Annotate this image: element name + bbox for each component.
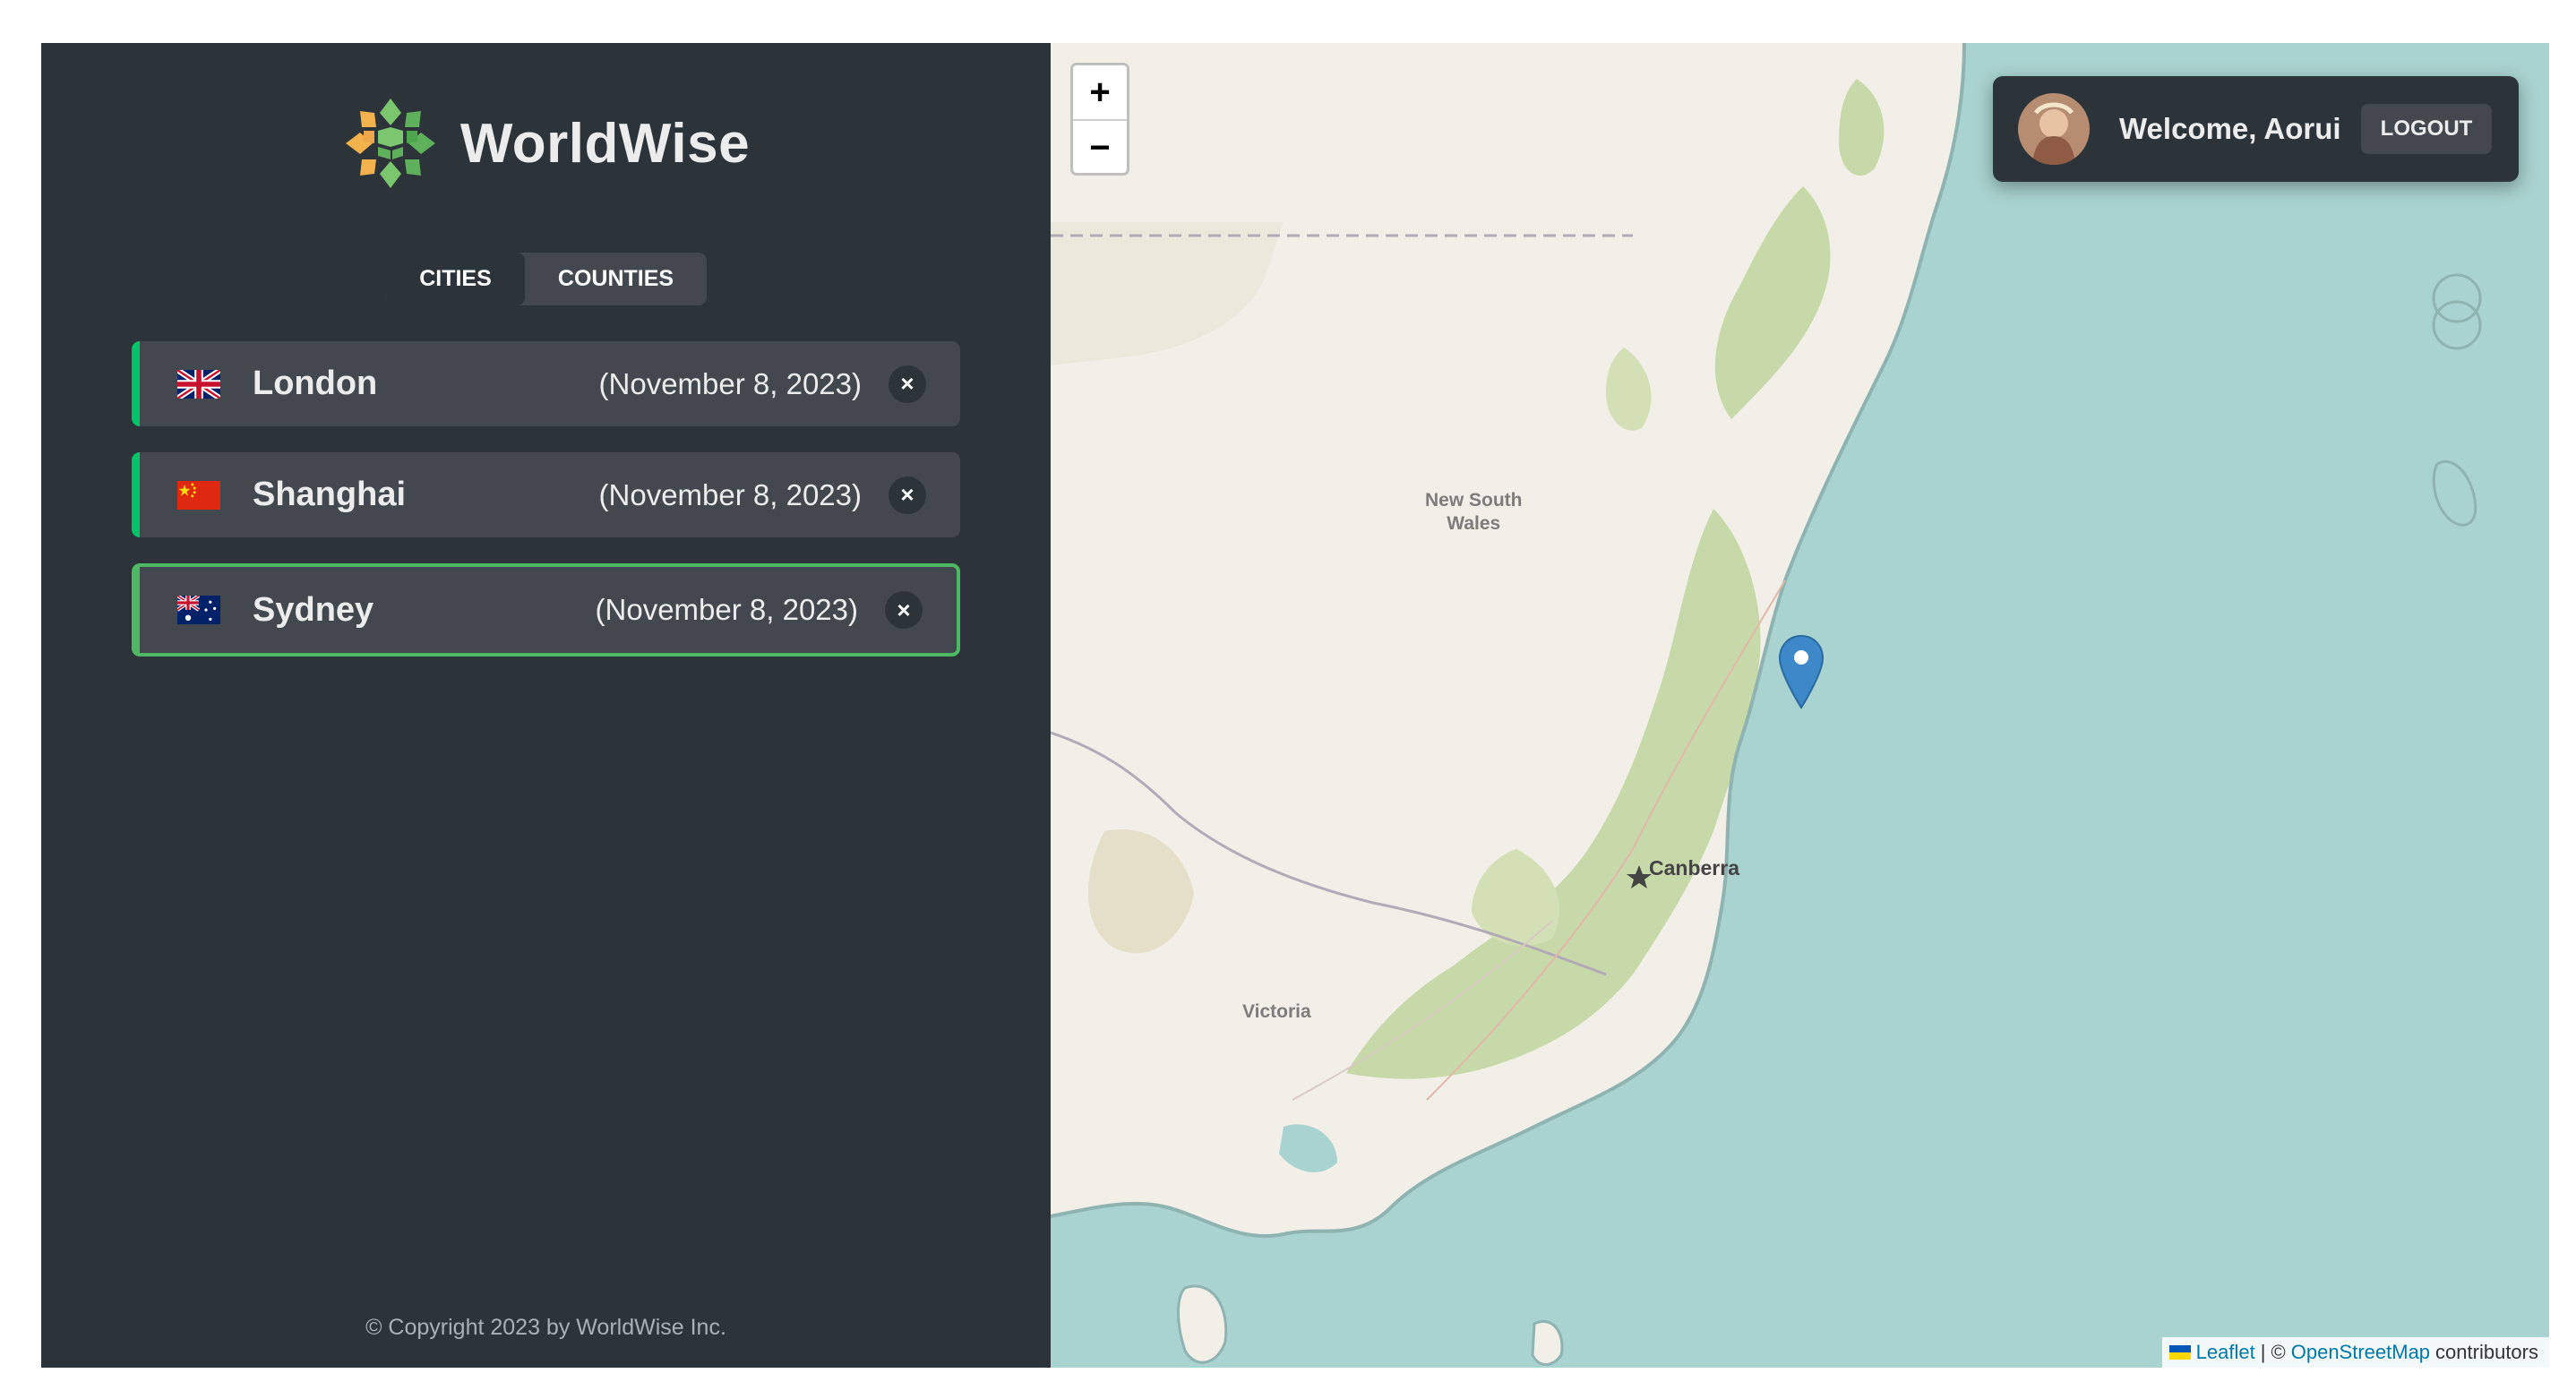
tab-cities[interactable]: CITIES (386, 253, 525, 305)
attribution-separator: | © (2260, 1341, 2286, 1363)
worldwise-logo-icon (343, 97, 437, 190)
city-item-sydney[interactable]: Sydney (November 8, 2023) × (132, 563, 960, 657)
city-name: Shanghai (253, 476, 407, 513)
app-name: WorldWise (459, 112, 751, 175)
app-layout: WorldWise CITIES COUNTIES London (Novemb… (41, 43, 2549, 1368)
city-item-shanghai[interactable]: Shanghai (November 8, 2023) × (132, 452, 960, 537)
tab-counties[interactable]: COUNTIES (525, 253, 707, 305)
city-item-london[interactable]: London (November 8, 2023) × (132, 341, 960, 426)
city-name: Sydney (253, 590, 374, 629)
logo[interactable]: WorldWise (41, 95, 1051, 192)
zoom-in-button[interactable]: + (1073, 65, 1127, 121)
map-pin-icon[interactable] (1778, 634, 1825, 709)
ukraine-flag-icon (2168, 1345, 2191, 1360)
zoom-out-button[interactable]: − (1073, 121, 1127, 173)
user-panel: Welcome, Aorui LOGOUT (1993, 76, 2519, 182)
city-date: (November 8, 2023) (598, 366, 862, 400)
map-label-canberra: Canberra (1649, 856, 1739, 880)
delete-city-button[interactable]: × (889, 365, 926, 403)
city-name: London (253, 365, 378, 402)
delete-city-button[interactable]: × (889, 476, 926, 514)
attribution-contributors: contributors (2435, 1341, 2538, 1363)
uk-flag-icon (177, 369, 220, 399)
openstreetmap-link[interactable]: OpenStreetMap (2291, 1341, 2430, 1364)
map-container[interactable]: New South Wales Canberra Victoria + − We… (1051, 43, 2549, 1368)
sidebar: WorldWise CITIES COUNTIES London (Novemb… (41, 43, 1051, 1368)
city-list: London (November 8, 2023) × Shanghai (No… (132, 341, 960, 682)
city-date: (November 8, 2023) (598, 477, 862, 511)
copyright-footer: © Copyright 2023 by WorldWise Inc. (365, 1315, 726, 1340)
map-label-nsw: New South Wales (1425, 490, 1523, 534)
tab-bar: CITIES COUNTIES (386, 253, 707, 305)
map-attribution: Leaflet | © OpenStreetMap contributors (2161, 1337, 2549, 1368)
map-label-victoria: Victoria (1242, 1001, 1311, 1022)
welcome-text: Welcome, Aorui (2119, 112, 2341, 145)
city-date: (November 8, 2023) (595, 593, 858, 626)
delete-city-button[interactable]: × (885, 591, 923, 629)
australia-flag-icon (177, 596, 220, 624)
zoom-control: + − (1070, 63, 1129, 176)
avatar (2018, 93, 2090, 165)
china-flag-icon (177, 480, 220, 510)
logout-button[interactable]: LOGOUT (2361, 104, 2492, 154)
leaflet-link[interactable]: Leaflet (2196, 1341, 2255, 1364)
